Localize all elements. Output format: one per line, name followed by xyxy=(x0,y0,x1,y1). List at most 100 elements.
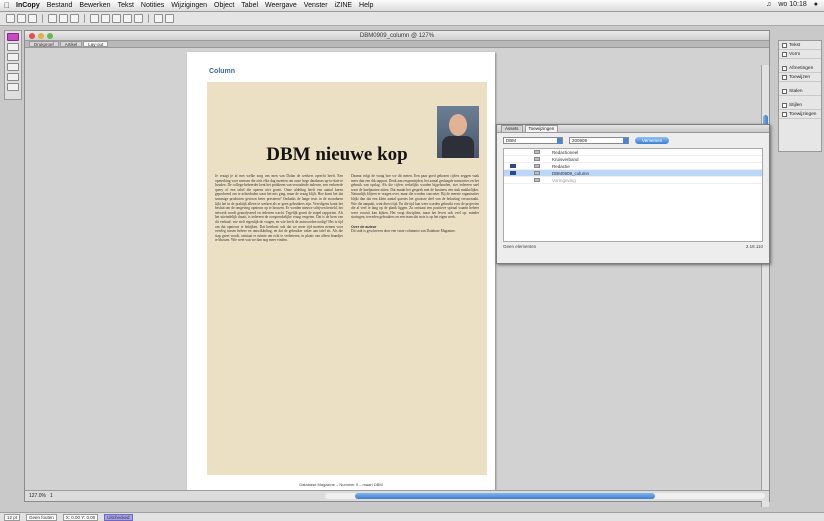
menu-bestand[interactable]: Bestand xyxy=(47,2,73,9)
issue-select[interactable]: 200909 xyxy=(569,137,629,144)
dimensions-icon xyxy=(782,65,787,71)
menu-weergave[interactable]: Weergave xyxy=(265,2,297,9)
spell-icon[interactable] xyxy=(59,14,68,23)
menu-tekst[interactable]: Tekst xyxy=(118,2,134,9)
type-tool-icon[interactable] xyxy=(7,33,19,41)
body-column-right[interactable]: Daarna volgt de vraag hoe we dit meten. … xyxy=(351,174,479,470)
assignments-tabs: Assets Toewijzingen xyxy=(497,125,769,133)
position-tool-icon[interactable] xyxy=(7,83,19,91)
panel-tekst[interactable]: Tekst xyxy=(779,41,821,50)
panel-vorm[interactable]: Vorm xyxy=(779,50,821,59)
note-icon[interactable] xyxy=(154,14,163,23)
apple-icon[interactable]:  xyxy=(4,1,16,10)
open-icon[interactable] xyxy=(17,14,26,23)
section-label: Column xyxy=(209,68,236,75)
tools-panel xyxy=(4,30,22,100)
document-titlebar: DBM0909_column @ 127% xyxy=(25,31,769,41)
author-label: Over de auteur xyxy=(351,224,377,229)
body-text-left: Je vraagt je af met welke zorg ons men v… xyxy=(215,174,343,243)
panel-afmetingen[interactable]: Afmetingen xyxy=(779,64,821,73)
menu-object[interactable]: Object xyxy=(214,2,234,9)
page-field[interactable]: 1 xyxy=(50,493,53,499)
menu-bar:  InCopy Bestand Bewerken Tekst Notities… xyxy=(0,0,824,12)
panel-stalen[interactable]: Stalen xyxy=(779,87,821,96)
list-item-selected[interactable]: DBM0909_column xyxy=(504,170,762,177)
pasteboard: Column DBM nieuwe kop Je vraagt je af me… xyxy=(25,48,769,507)
tab-artikel[interactable]: Artikel xyxy=(59,41,83,47)
volume-icon[interactable]: ♫ xyxy=(766,1,771,8)
list-item[interactable]: Vormgeving xyxy=(504,177,762,184)
font-icon[interactable] xyxy=(70,14,79,23)
tab-assets[interactable]: Assets xyxy=(501,125,523,132)
menu-incopy[interactable]: InCopy xyxy=(16,2,40,9)
styles-icon xyxy=(782,102,787,108)
horizontal-scrollbar[interactable] xyxy=(325,493,765,499)
accept-icon[interactable] xyxy=(101,14,110,23)
add-note-icon[interactable] xyxy=(165,14,174,23)
right-panel-dock: Tekst Vorm Afmetingen Toewijzen Stalen S… xyxy=(778,40,822,152)
list-item[interactable]: Redactioneel xyxy=(504,149,762,156)
menu-help[interactable]: Help xyxy=(359,2,373,9)
print-icon[interactable] xyxy=(48,14,57,23)
checkout-status[interactable]: Uitchecked xyxy=(104,513,133,521)
menu-tabel[interactable]: Tabel xyxy=(241,2,258,9)
headline[interactable]: DBM nieuwe kop xyxy=(217,144,457,166)
note-tool-icon[interactable] xyxy=(7,43,19,51)
coordinates-readout: X: 0.00 Y: 0.00 xyxy=(62,513,99,521)
hand-tool-icon[interactable] xyxy=(7,53,19,61)
toolbar-separator xyxy=(148,14,149,23)
control-toolbar xyxy=(0,12,824,26)
list-item[interactable]: Redactie xyxy=(504,163,762,170)
zoom-field[interactable]: 127.0% xyxy=(29,493,46,499)
menu-bewerken[interactable]: Bewerken xyxy=(79,2,110,9)
menu-venster[interactable]: Venster xyxy=(304,2,328,9)
page-footer: Database Magazine – Nummer 9 – maart DBM xyxy=(299,482,383,487)
toolbar-separator xyxy=(42,14,43,23)
panel-stijlen[interactable]: Stijlen xyxy=(779,101,821,110)
refresh-button[interactable]: Verversen xyxy=(635,137,670,144)
body-text-right: Daarna volgt de vraag hoe we dit meten. … xyxy=(351,174,479,220)
assign-icon xyxy=(782,74,787,80)
panel-toewijzen[interactable]: Toewijzen xyxy=(779,73,821,82)
prev-change-icon[interactable] xyxy=(123,14,132,23)
zoom-tool-icon[interactable] xyxy=(7,73,19,81)
assignments-status: Geen elementen xyxy=(503,244,537,249)
assignments-list: Redactioneel Kruisverband Redactie DBM09… xyxy=(503,148,763,242)
assignments-panel: Assets Toewijzingen DBM 200909 Verversen… xyxy=(496,124,770,264)
menu-izine[interactable]: iZINE xyxy=(335,2,353,9)
reject-icon[interactable] xyxy=(112,14,121,23)
menu-notities[interactable]: Notities xyxy=(141,2,164,9)
new-doc-icon[interactable] xyxy=(6,14,15,23)
font-size-field[interactable]: 12 pt xyxy=(4,513,21,521)
author-text: Dit stuk is geschreven door een vaste co… xyxy=(351,229,456,234)
toolbar-separator xyxy=(84,14,85,23)
view-tabs: Drukproef Artikel Lay-out xyxy=(25,41,769,48)
next-change-icon[interactable] xyxy=(134,14,143,23)
list-item[interactable]: Kruisverband xyxy=(504,156,762,163)
eyedropper-tool-icon[interactable] xyxy=(7,63,19,71)
zoom-icon[interactable] xyxy=(47,33,53,39)
brand-select[interactable]: DBM xyxy=(503,137,563,144)
shape-icon xyxy=(782,51,787,57)
clock[interactable]: wo 10:18 xyxy=(778,1,806,8)
swatches-icon xyxy=(782,88,787,94)
body-column-left[interactable]: Je vraagt je af met welke zorg ons men v… xyxy=(215,174,343,470)
panel-toewijzingen[interactable]: Toewijzingen xyxy=(779,110,821,119)
tab-toewijzingen[interactable]: Toewijzingen xyxy=(524,125,559,132)
document-window: DBM0909_column @ 127% Drukproef Artikel … xyxy=(24,30,770,507)
document-statusbar: 127.0% 1 xyxy=(25,490,769,501)
page: Column DBM nieuwe kop Je vraagt je af me… xyxy=(187,52,495,492)
user-icon[interactable]: ● xyxy=(814,1,818,8)
assignments-icon xyxy=(782,111,787,117)
tab-layout[interactable]: Lay-out xyxy=(83,41,109,47)
assignments-count: 2.18.110 xyxy=(745,244,763,249)
preflight-status: Geen fouten xyxy=(26,513,57,521)
tab-drukproef[interactable]: Drukproef xyxy=(29,41,59,47)
save-icon[interactable] xyxy=(28,14,37,23)
minimize-icon[interactable] xyxy=(38,33,44,39)
close-icon[interactable] xyxy=(29,33,35,39)
track-changes-icon[interactable] xyxy=(90,14,99,23)
menu-extras: ♫ wo 10:18 ● xyxy=(766,1,818,8)
menu-wijzigingen[interactable]: Wijzigingen xyxy=(171,2,207,9)
document-title: DBM0909_column @ 127% xyxy=(359,33,435,39)
